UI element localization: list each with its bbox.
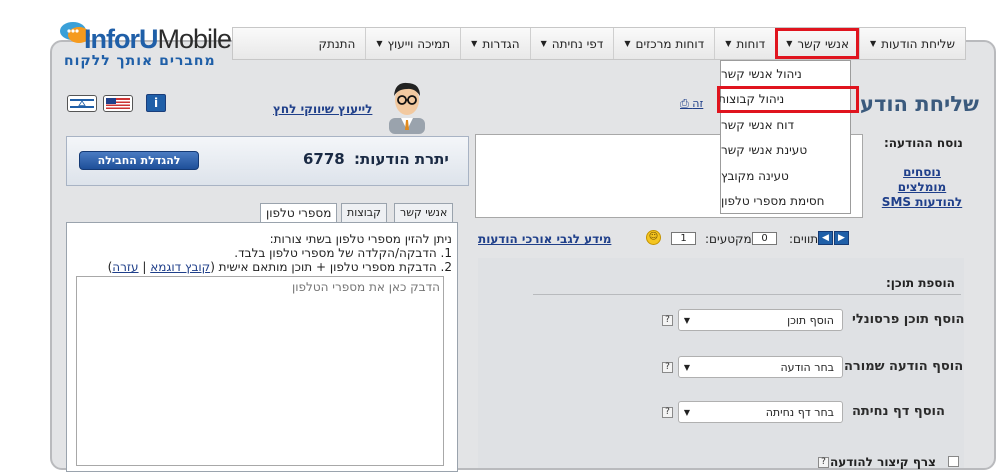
increase-package-button[interactable]: להגדלת החבילה (79, 151, 199, 170)
personal-content-label: הוסף תוכן פרסונלי (852, 312, 965, 327)
contacts-dropdown-menu: ניהול אנשי קשר ניהול קבוצות דוח אנשי קשר… (717, 60, 859, 215)
chevron-down-icon: ▼ (869, 39, 877, 48)
english-flag-icon[interactable] (103, 95, 133, 112)
chars-label: תווים: (789, 232, 819, 246)
hebrew-flag-icon[interactable] (67, 95, 97, 112)
menu-support[interactable]: תמיכה וייעוץ ▼ (365, 28, 460, 59)
brand-tagline: מחברים אותך ללקוח (64, 53, 216, 69)
menu-settings[interactable]: הגדרות ▼ (460, 28, 529, 59)
chevron-down-icon: ▼ (786, 39, 793, 48)
chevron-down-icon: ▼ (725, 39, 732, 48)
help-link[interactable]: עזרה (112, 260, 138, 274)
chevron-down-icon: ▼ (624, 39, 631, 48)
instructions-line: 2. הדבקת מספרי טלפון + תוכן מותאם אישית … (100, 260, 452, 274)
saved-message-label: הוסף הודעה שמורה (844, 359, 964, 374)
sample-file-link[interactable]: קובץ דוגמא (150, 260, 210, 274)
menu-label: התנתק (318, 36, 356, 51)
segments-count: 1 (671, 232, 696, 245)
select-value: בחר הודעה (780, 360, 834, 374)
select-value: הוסף תוכן (787, 313, 834, 327)
chevron-down-icon: ▼ (683, 315, 691, 325)
smiley-icon[interactable]: ☺ (646, 230, 661, 245)
dropdown-item-load-contacts[interactable]: טעינת אנשי קשר (721, 138, 850, 164)
separator: | (138, 260, 151, 274)
main-menu: שליחת הודעות ▼ אנשי קשר ▼ דוחות ▼ דוחות מרכ… (232, 27, 966, 60)
marketing-advice-link[interactable]: לייעוץ שיווקי לחץ (273, 102, 372, 116)
advisor-avatar (389, 82, 425, 134)
chevron-down-icon: ▼ (540, 39, 547, 48)
instructions-text: 2. הדבקת מספרי טלפון + תוכן מותאם אישית … (210, 260, 452, 274)
menu-label: הגדרות (482, 36, 520, 51)
chars-count: 0 (752, 232, 777, 245)
chevron-down-icon: ▼ (376, 39, 383, 48)
dropdown-item-manage-contacts[interactable]: ניהול אנשי קשר (721, 61, 850, 87)
menu-label: דוחות מרכזים (635, 36, 705, 51)
menu-label: תמיכה וייעוץ (387, 36, 451, 51)
landing-page-label: הוסף דף נחיתה (852, 404, 945, 419)
chevron-down-icon: ▼ (683, 362, 691, 372)
menu-contacts[interactable]: אנשי קשר ▼ (775, 28, 859, 59)
recommended-templates-link[interactable]: נוסחים מומלצים להודעות SMS (877, 165, 967, 210)
segments-label: מקטעים: (705, 232, 752, 246)
add-shortcut-label: צרף קיצור להודעה (830, 455, 936, 469)
menu-label: אנשי קשר (797, 36, 849, 51)
dropdown-item-manage-groups[interactable]: ניהול קבוצות (717, 85, 859, 113)
rtl-direction-icon[interactable]: ◀ (818, 231, 833, 245)
help-icon[interactable]: ? (662, 407, 673, 418)
select-value: בחר דף נחיתה (765, 405, 834, 419)
instructions-line: 1. הדבקה/הקלדה של מספרי טלפון בלבד. (234, 246, 452, 260)
tab-phone-numbers[interactable]: מספרי טלפון (260, 203, 338, 224)
personal-content-select[interactable]: הוסף תוכן ▼ (678, 309, 843, 331)
help-icon[interactable]: ? (662, 315, 673, 326)
menu-send-messages[interactable]: שליחת הודעות ▼ (858, 28, 965, 59)
dropdown-item-block-numbers[interactable]: חסימת מספרי טלפון (721, 189, 850, 215)
add-content-title: הוספת תוכן: (886, 276, 955, 290)
instructions-line: ניתן להזין מספרי טלפון בשתי צורות: (269, 232, 452, 246)
tab-contacts[interactable]: אנשי קשר (394, 203, 454, 223)
help-icon[interactable]: ? (662, 362, 673, 373)
page-title: שליחת הודע (860, 92, 979, 116)
menu-logout[interactable]: התנתק (308, 28, 365, 59)
dropdown-item-load-from-file[interactable]: טעינה מקובץ (721, 163, 850, 189)
balance-label: יתרת הודעות: (354, 150, 449, 168)
landing-page-select[interactable]: בחר דף נחיתה ▼ (678, 401, 843, 423)
menu-summary-reports[interactable]: דוחות מרכזים ▼ (613, 28, 714, 59)
info-icon[interactable]: i (146, 94, 166, 112)
chevron-down-icon: ▼ (683, 407, 691, 417)
menu-label: שליחת הודעות (881, 36, 955, 51)
menu-landing-pages[interactable]: דפי נחיתה ▼ (529, 28, 614, 59)
menu-label: דפי נחיתה (551, 36, 604, 51)
menu-reports[interactable]: דוחות ▼ (714, 28, 775, 59)
page-help-link[interactable]: ⎙ זה (680, 97, 703, 111)
balance-value: 6778 (303, 150, 345, 168)
dropdown-item-contacts-report[interactable]: דוח אנשי קשר (721, 112, 850, 138)
chevron-down-icon: ▼ (471, 39, 478, 48)
message-label: נוסח ההודעה: (884, 136, 963, 150)
help-link-text: זה (692, 97, 704, 110)
help-icon[interactable]: ? (818, 457, 829, 468)
print-icon: ⎙ (680, 97, 693, 110)
page-background (0, 0, 1001, 26)
tab-groups[interactable]: קבוצות (341, 203, 387, 223)
message-length-info-link[interactable]: מידע לגבי אורכי הודעות (478, 232, 611, 246)
menu-label: דוחות (736, 36, 766, 51)
brand-logo[interactable]: InforUMobile (84, 24, 232, 55)
saved-message-select[interactable]: בחר הודעה ▼ (678, 356, 843, 378)
divider (533, 294, 961, 295)
ltr-direction-icon[interactable]: ▶ (834, 231, 849, 245)
phone-numbers-input[interactable] (76, 276, 444, 466)
